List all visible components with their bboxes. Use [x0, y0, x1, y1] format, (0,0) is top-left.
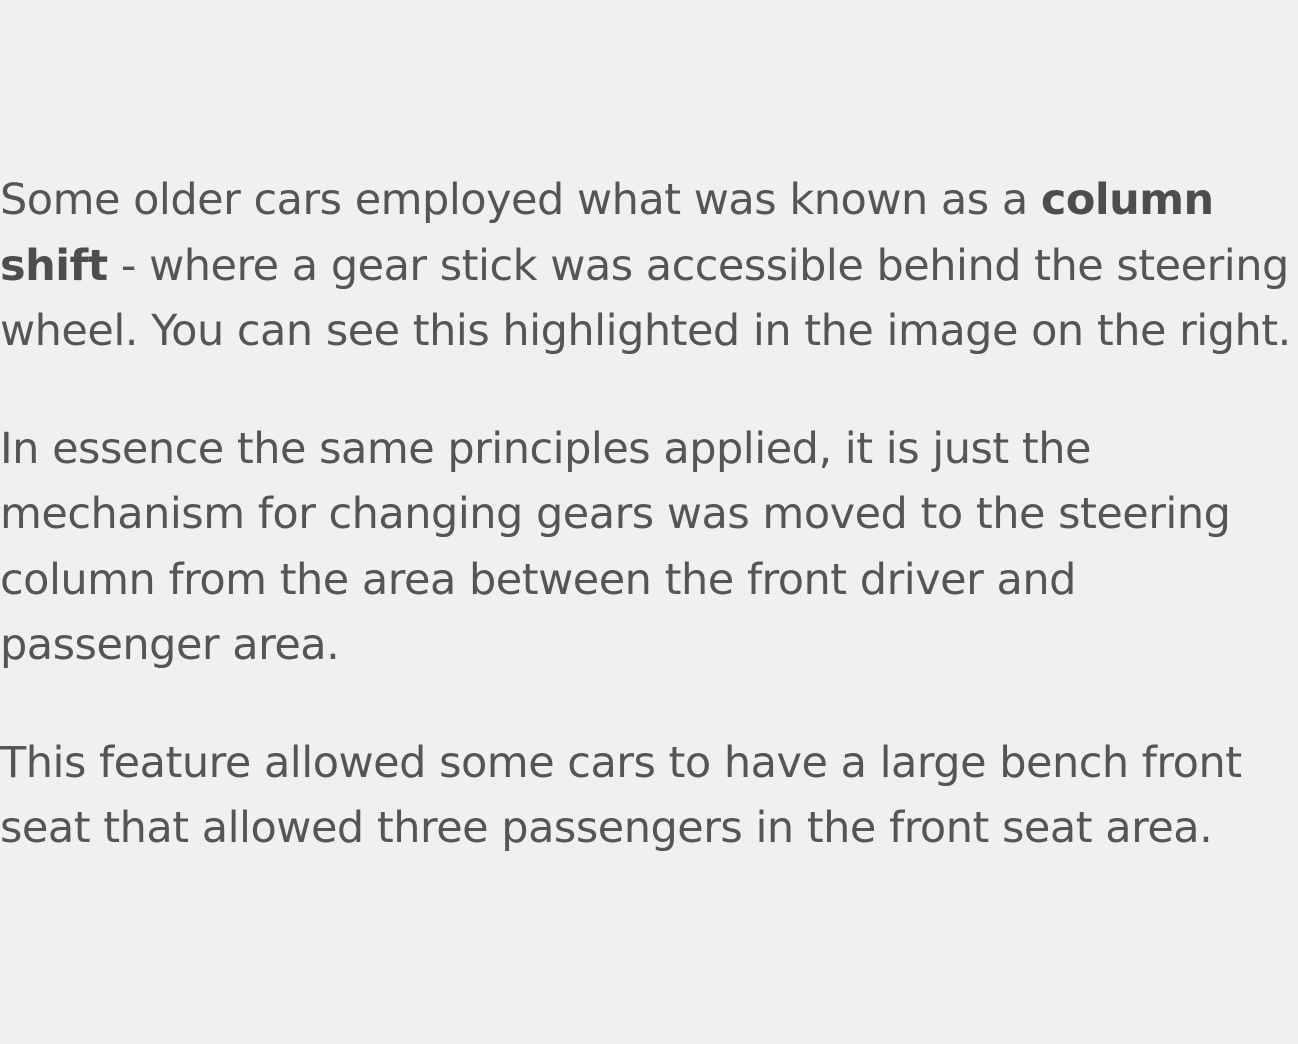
article-body: Some older cars employed what was known … [0, 168, 1298, 914]
paragraph-column-shift: Some older cars employed what was known … [0, 168, 1298, 365]
paragraph-1-text-end: - where a gear stick was accessible behi… [0, 240, 1291, 357]
paragraph-bench-seat: This feature allowed some cars to have a… [0, 737, 1242, 854]
paragraph-1-text-start: Some older cars employed what was known … [0, 175, 1041, 225]
paragraph-principles: In essence the same principles applied, … [0, 423, 1231, 671]
